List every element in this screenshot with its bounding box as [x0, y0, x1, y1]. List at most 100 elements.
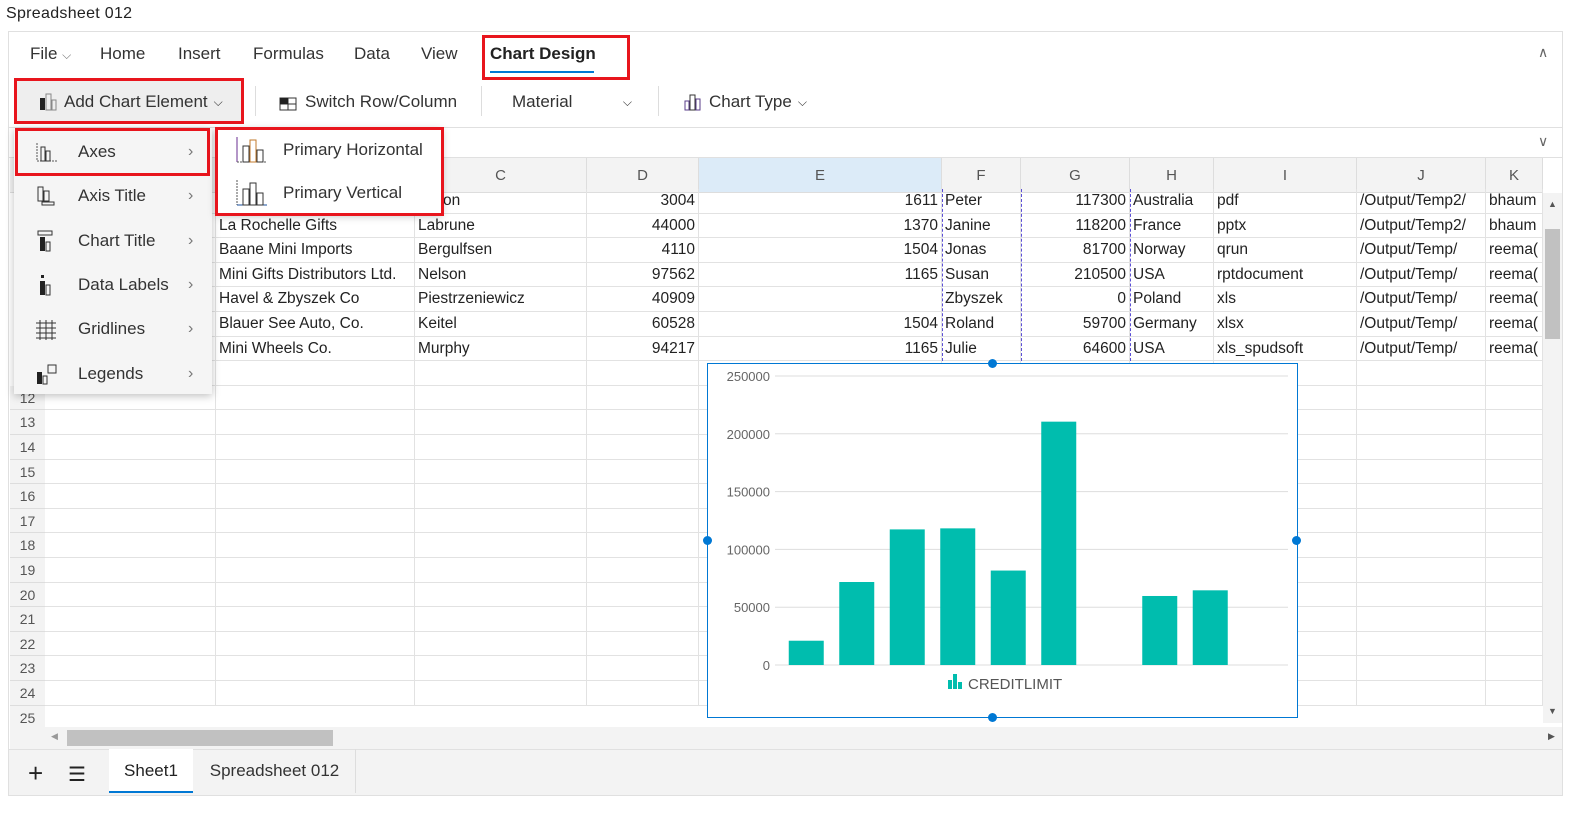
tab-file[interactable]: File ⌵: [30, 44, 71, 64]
cell[interactable]: Blauer See Auto, Co.: [216, 312, 415, 337]
column-header-k[interactable]: K: [1486, 158, 1543, 193]
cell[interactable]: Keitel: [415, 312, 587, 337]
row-header[interactable]: 18: [10, 533, 45, 558]
cell[interactable]: 117300: [1021, 189, 1130, 214]
cell[interactable]: [1486, 459, 1543, 485]
cell[interactable]: Julie: [942, 336, 1021, 362]
cell[interactable]: [1486, 681, 1543, 706]
cell[interactable]: [587, 435, 699, 460]
bar[interactable]: [889, 529, 925, 665]
cell[interactable]: Roland: [942, 312, 1021, 337]
cell[interactable]: Mini Gifts Distributors Ltd.: [216, 262, 415, 288]
cell[interactable]: [216, 508, 415, 534]
cell[interactable]: /Output/Temp/: [1357, 238, 1486, 263]
column-header-f[interactable]: F: [942, 158, 1021, 193]
cell[interactable]: [1486, 582, 1543, 608]
cell[interactable]: [216, 631, 415, 657]
cell[interactable]: Piestrzeniewicz: [415, 287, 587, 312]
resize-handle-right[interactable]: [1292, 536, 1301, 545]
cell[interactable]: 1165: [699, 336, 942, 362]
cell[interactable]: 1504: [699, 238, 942, 263]
menu-item-gridlines[interactable]: Gridlines ›: [14, 307, 212, 351]
cell[interactable]: [415, 361, 587, 386]
cell[interactable]: [216, 533, 415, 558]
cell[interactable]: [1357, 385, 1486, 411]
row-header[interactable]: 24: [10, 681, 45, 706]
cell[interactable]: Bergulfsen: [415, 238, 587, 263]
cell[interactable]: [216, 656, 415, 681]
sheet-tab-spreadsheet-012[interactable]: Spreadsheet 012: [194, 749, 356, 793]
cell[interactable]: [415, 631, 587, 657]
add-chart-element-button[interactable]: Add Chart Element ⌵: [38, 92, 223, 112]
cell[interactable]: [1357, 410, 1486, 435]
column-header-g[interactable]: G: [1021, 158, 1130, 193]
cell[interactable]: [1486, 508, 1543, 534]
row-header[interactable]: 22: [10, 631, 45, 657]
column-header-j[interactable]: J: [1357, 158, 1486, 193]
cell[interactable]: Poland: [1130, 287, 1214, 312]
switch-row-column-button[interactable]: Switch Row/Column: [277, 92, 457, 112]
scrollbar-thumb[interactable]: [67, 730, 333, 746]
cell[interactable]: reema(: [1486, 336, 1543, 362]
cell[interactable]: [415, 459, 587, 485]
cell[interactable]: pdf: [1214, 189, 1357, 214]
scrollbar-thumb[interactable]: [1545, 229, 1560, 339]
cell[interactable]: Peter: [942, 189, 1021, 214]
cell[interactable]: Germany: [1130, 312, 1214, 337]
cell[interactable]: Zbyszek: [942, 287, 1021, 312]
cell[interactable]: reema(: [1486, 238, 1543, 263]
cell[interactable]: [1357, 582, 1486, 608]
cell[interactable]: [1486, 410, 1543, 435]
cell[interactable]: 118200: [1021, 213, 1130, 239]
cell[interactable]: [1486, 607, 1543, 632]
cell[interactable]: [415, 607, 587, 632]
cell[interactable]: [45, 508, 216, 534]
cell[interactable]: Murphy: [415, 336, 587, 362]
legend-label[interactable]: CREDITLIMIT: [968, 676, 1062, 693]
cell[interactable]: 1370: [699, 213, 942, 239]
column-header-d[interactable]: D: [587, 158, 699, 193]
cell[interactable]: [1357, 533, 1486, 558]
cell[interactable]: Labrune: [415, 213, 587, 239]
tab-view[interactable]: View: [421, 44, 458, 64]
cell[interactable]: [216, 459, 415, 485]
cell[interactable]: France: [1130, 213, 1214, 239]
cell[interactable]: [45, 484, 216, 509]
menu-item-chart-title[interactable]: Chart Title ›: [14, 219, 212, 263]
cell[interactable]: reema(: [1486, 262, 1543, 288]
cell[interactable]: qrun: [1214, 238, 1357, 263]
cell[interactable]: [216, 582, 415, 608]
cell[interactable]: Australia: [1130, 189, 1214, 214]
tab-insert[interactable]: Insert: [178, 44, 221, 64]
cell[interactable]: [587, 410, 699, 435]
cell[interactable]: reema(: [1486, 287, 1543, 312]
chart[interactable]: 0 50000 100000 150000 200000 250000 CREDITLIMI…: [707, 363, 1298, 718]
cell[interactable]: [216, 607, 415, 632]
row-header[interactable]: 20: [10, 582, 45, 608]
cell[interactable]: /Output/Temp/: [1357, 262, 1486, 288]
cell[interactable]: 97562: [587, 262, 699, 288]
cell[interactable]: [45, 459, 216, 485]
cell[interactable]: USA: [1130, 336, 1214, 362]
cell[interactable]: [1357, 607, 1486, 632]
column-header-h[interactable]: H: [1130, 158, 1214, 193]
cell[interactable]: [587, 361, 699, 386]
cell[interactable]: [415, 582, 587, 608]
cell[interactable]: Nelson: [415, 262, 587, 288]
cell[interactable]: [45, 607, 216, 632]
cell[interactable]: 1611: [699, 189, 942, 214]
cell[interactable]: 44000: [587, 213, 699, 239]
cell[interactable]: 59700: [1021, 312, 1130, 337]
sheet-list-icon[interactable]: ☰: [68, 762, 86, 787]
resize-handle-top[interactable]: [988, 359, 997, 368]
cell[interactable]: [1357, 681, 1486, 706]
cell[interactable]: bhaum: [1486, 213, 1543, 239]
cell[interactable]: /Output/Temp/: [1357, 312, 1486, 337]
cell[interactable]: pptx: [1214, 213, 1357, 239]
chart-type-button[interactable]: Chart Type ⌵: [683, 92, 807, 112]
cell[interactable]: [587, 631, 699, 657]
cell[interactable]: [45, 582, 216, 608]
cell[interactable]: [415, 484, 587, 509]
bar[interactable]: [788, 640, 824, 665]
cell[interactable]: [216, 361, 415, 386]
